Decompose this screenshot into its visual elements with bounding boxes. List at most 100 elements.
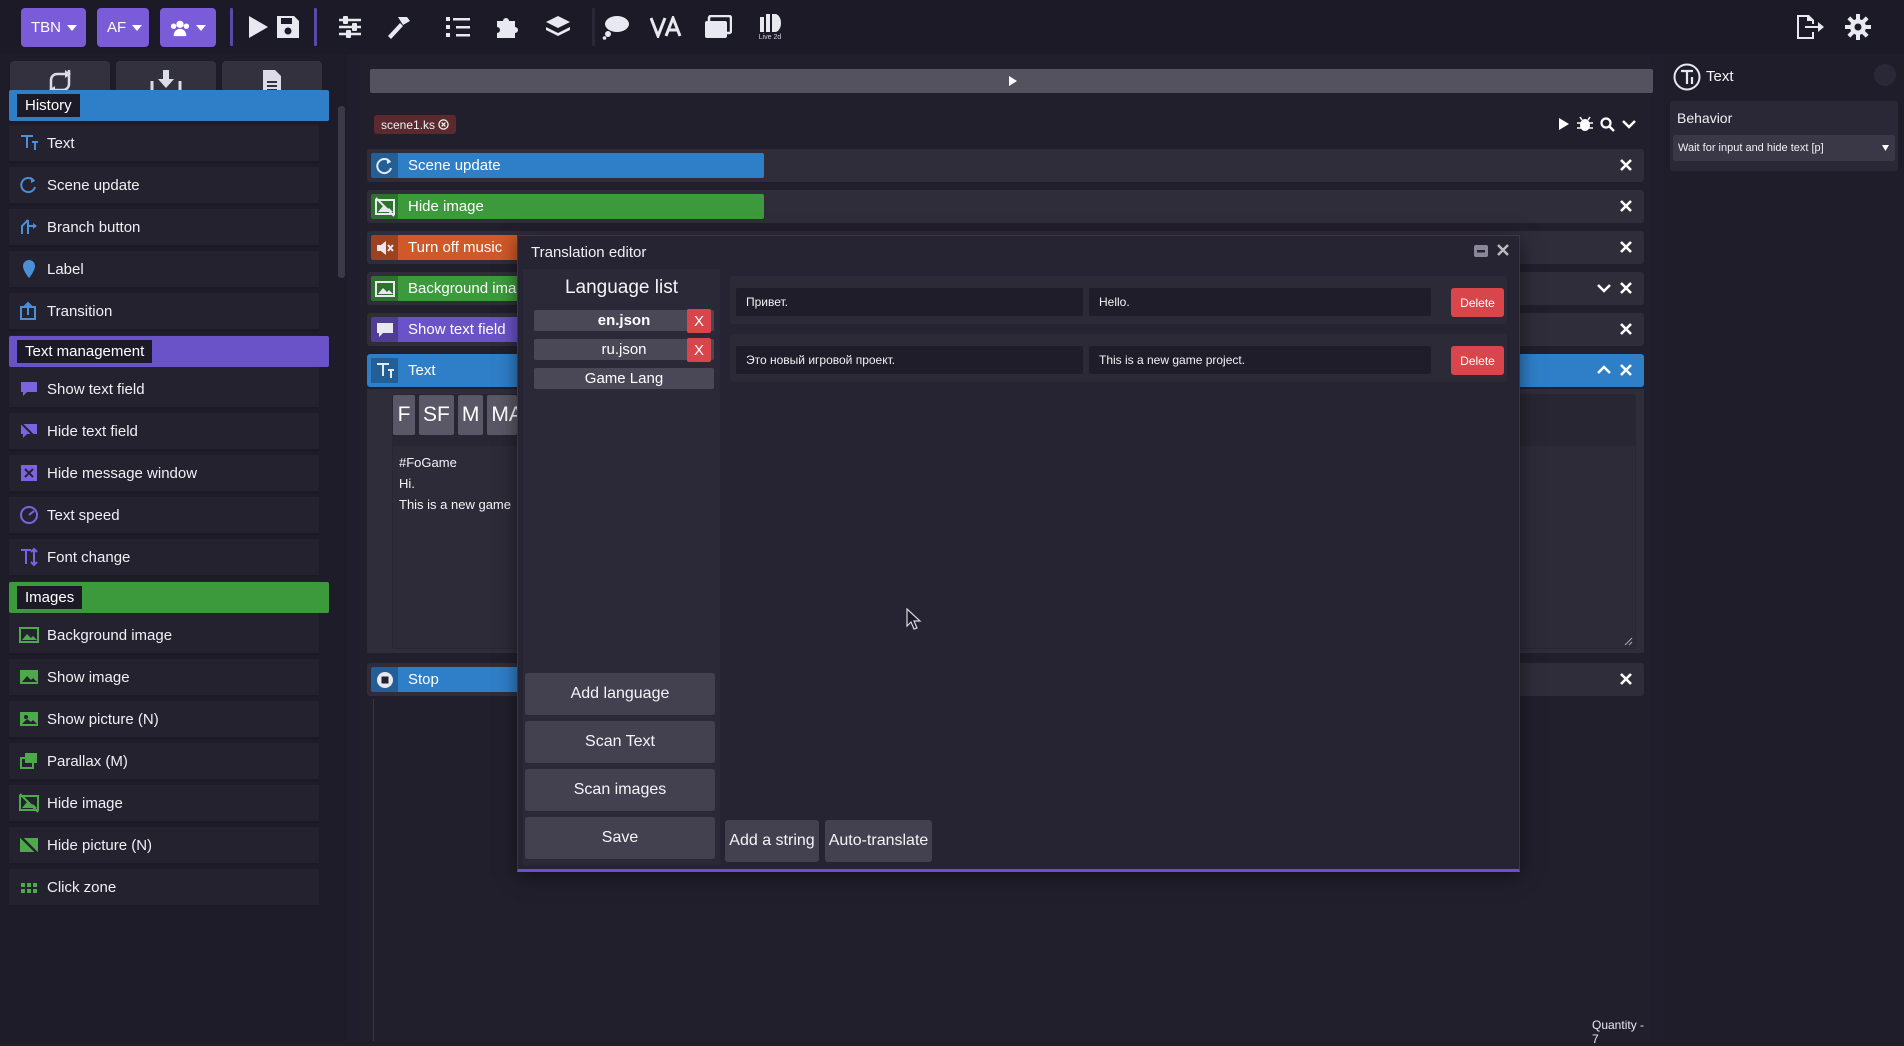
- component-item[interactable]: Font change: [9, 539, 319, 577]
- scene-block-row[interactable]: Scene update: [367, 149, 1644, 182]
- chevron-down-icon[interactable]: [1622, 119, 1636, 129]
- component-item[interactable]: Background image: [9, 617, 319, 655]
- component-item[interactable]: Click zone: [9, 869, 319, 907]
- label-icon: [23, 260, 35, 278]
- component-item[interactable]: Show text field: [9, 371, 319, 409]
- build-button[interactable]: [381, 10, 417, 44]
- play-icon: [1009, 76, 1017, 86]
- settings-button[interactable]: [1840, 10, 1876, 44]
- remove-language-button[interactable]: X: [687, 309, 711, 333]
- text-line: #FoGame: [399, 455, 457, 470]
- remove-block-button[interactable]: [1618, 671, 1634, 687]
- remove-block-button[interactable]: [1618, 198, 1634, 214]
- remove-block-button[interactable]: [1618, 362, 1634, 378]
- component-item-label: Scene update: [47, 176, 140, 194]
- source-string-input[interactable]: Привет.: [736, 288, 1083, 316]
- text-line: This is a new game: [399, 497, 511, 512]
- component-item[interactable]: Hide text field: [9, 413, 319, 451]
- remove-block-button[interactable]: [1618, 239, 1634, 255]
- scene-block-label: Show text field: [408, 321, 506, 338]
- add-string-button[interactable]: Add a string: [725, 820, 819, 862]
- component-item[interactable]: Show picture (N): [9, 701, 319, 739]
- section-header-text-management[interactable]: Text management: [9, 336, 329, 367]
- block-icon-wrap: [371, 276, 398, 301]
- language-list-title: Language list: [564, 277, 679, 298]
- component-item[interactable]: Transition: [9, 293, 319, 331]
- scene-tab[interactable]: scene1.ks: [374, 115, 457, 134]
- task-list-button[interactable]: [440, 10, 476, 44]
- chevron-up-icon[interactable]: [1597, 365, 1611, 375]
- component-item-label: Hide image: [47, 794, 123, 812]
- component-item[interactable]: Parallax (M): [9, 743, 319, 781]
- af-dropdown[interactable]: AF: [97, 8, 149, 47]
- format-button-f[interactable]: F: [393, 395, 415, 435]
- scan-text-button[interactable]: Scan Text: [525, 721, 715, 763]
- play-icon[interactable]: [1558, 117, 1570, 131]
- tbn-dropdown-label: TBN: [31, 19, 61, 36]
- component-item[interactable]: Show image: [9, 659, 319, 697]
- component-item[interactable]: Hide image: [9, 785, 319, 823]
- save-button[interactable]: [270, 10, 306, 44]
- remove-language-button[interactable]: X: [687, 338, 711, 362]
- users-dropdown[interactable]: [160, 8, 216, 47]
- component-item[interactable]: Text speed: [9, 497, 319, 535]
- scan-images-button[interactable]: Scan images: [525, 769, 715, 811]
- bug-icon[interactable]: [1577, 116, 1593, 132]
- background-image-icon: [374, 280, 395, 297]
- game-lang-button[interactable]: Game Lang: [534, 368, 714, 389]
- plugins-button[interactable]: [490, 10, 526, 44]
- save-button[interactable]: Save: [525, 817, 715, 859]
- close-icon: [1620, 673, 1632, 685]
- section-header-images[interactable]: Images: [9, 582, 329, 613]
- gallery-button[interactable]: [700, 10, 736, 44]
- delete-string-button[interactable]: Delete: [1451, 288, 1504, 317]
- run-scene-bar[interactable]: [370, 69, 1653, 93]
- settings-sliders-button[interactable]: [332, 10, 368, 44]
- component-item[interactable]: Branch button: [9, 209, 319, 247]
- live2d-button[interactable]: Live 2d: [752, 10, 788, 44]
- play-icon: [249, 16, 268, 38]
- component-item[interactable]: Hide message window: [9, 455, 319, 493]
- close-icon[interactable]: [438, 119, 449, 130]
- chevron-down-icon[interactable]: [1597, 283, 1611, 293]
- search-icon[interactable]: [1600, 116, 1615, 132]
- format-button-m[interactable]: M: [457, 395, 484, 435]
- component-item[interactable]: Scene update: [9, 167, 319, 205]
- component-item[interactable]: Label: [9, 251, 319, 289]
- remove-block-button[interactable]: [1618, 157, 1634, 173]
- resize-handle-icon[interactable]: [1624, 637, 1633, 646]
- hide-window-icon: [21, 465, 37, 481]
- left-scrollbar-thumb[interactable]: [338, 106, 345, 278]
- target-string-input[interactable]: Hello.: [1089, 288, 1431, 316]
- block-icon-wrap: [371, 358, 398, 383]
- remove-block-button[interactable]: [1618, 280, 1634, 296]
- scene-block-row[interactable]: Hide image: [367, 190, 1644, 223]
- properties-toggle[interactable]: [1874, 64, 1896, 86]
- export-button[interactable]: [1792, 10, 1828, 44]
- target-string-input[interactable]: This is a new game project.: [1089, 346, 1431, 374]
- delete-string-button[interactable]: Delete: [1451, 346, 1504, 375]
- format-button-sf[interactable]: SF: [419, 395, 454, 435]
- component-item-label: Show picture (N): [47, 710, 159, 728]
- component-item-label: Show image: [47, 668, 130, 686]
- hide-image-icon: [374, 196, 395, 217]
- scene-actions: [1558, 116, 1636, 132]
- minimize-icon[interactable]: [1473, 243, 1489, 259]
- remove-block-button[interactable]: [1618, 321, 1634, 337]
- speech-bubble-button[interactable]: [598, 10, 634, 44]
- component-item[interactable]: Text: [9, 125, 319, 163]
- text-icon: [21, 135, 38, 150]
- auto-translate-button[interactable]: Auto-translate: [825, 820, 932, 862]
- section-header-history[interactable]: History: [9, 90, 329, 121]
- format-button-ma[interactable]: MA: [487, 395, 518, 435]
- layers-button[interactable]: [540, 10, 576, 44]
- component-item[interactable]: Hide picture (N): [9, 827, 319, 865]
- behavior-select[interactable]: Wait for input and hide text [p]: [1673, 135, 1895, 161]
- tbn-dropdown[interactable]: TBN: [21, 8, 86, 47]
- close-icon[interactable]: [1496, 243, 1510, 257]
- source-string-input[interactable]: Это новый игровой проект.: [736, 346, 1083, 374]
- kerning-button[interactable]: [648, 10, 684, 44]
- collapse-toggle[interactable]: [1596, 280, 1612, 296]
- add-language-button[interactable]: Add language: [525, 673, 715, 715]
- collapse-toggle[interactable]: [1596, 362, 1612, 378]
